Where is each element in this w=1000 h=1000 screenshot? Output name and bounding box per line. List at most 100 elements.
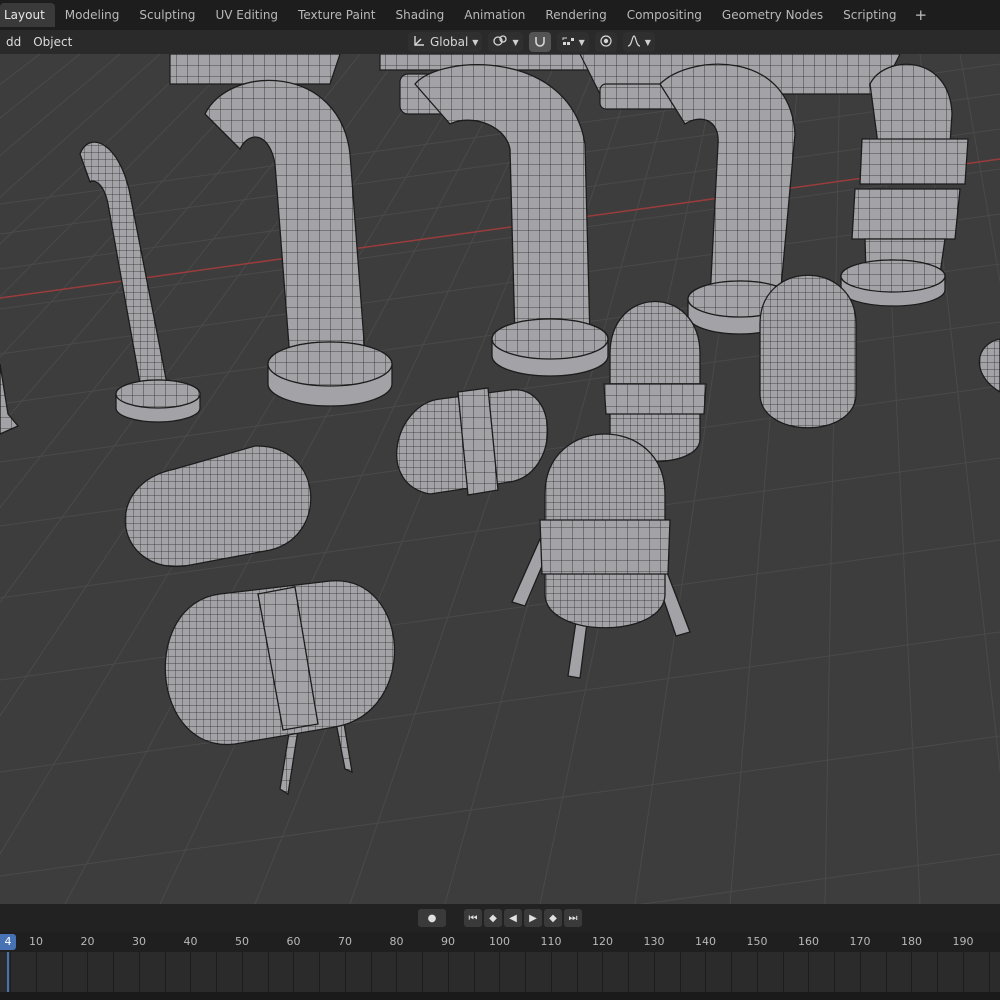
track-gridline bbox=[344, 952, 346, 992]
add-workspace-button[interactable]: + bbox=[907, 6, 936, 24]
frame-label: 190 bbox=[952, 935, 974, 948]
frame-ruler[interactable]: 4 10 20 30 40 50 60 70 80 90 100 110 120 130 140 150 16… bbox=[0, 932, 1000, 952]
track-gridline bbox=[679, 952, 681, 992]
workspace-tab-scripting[interactable]: Scripting bbox=[833, 3, 906, 27]
frame-label: 150 bbox=[746, 935, 768, 948]
viewport-header: dd Object Global ▼ ▼ ▼ ▼ bbox=[0, 30, 1000, 54]
snap-icon bbox=[533, 34, 547, 51]
current-frame-indicator[interactable]: 4 bbox=[0, 934, 16, 950]
snap-target-dropdown[interactable]: ▼ bbox=[556, 32, 589, 52]
track-gridline bbox=[267, 952, 269, 992]
workspace-tab-rendering[interactable]: Rendering bbox=[535, 3, 616, 27]
frame-label: 100 bbox=[489, 935, 510, 948]
track-gridline bbox=[525, 952, 526, 992]
frame-label: 90 bbox=[441, 935, 455, 948]
frame-label: 140 bbox=[695, 935, 716, 948]
track-gridline bbox=[241, 952, 243, 992]
frame-label: 160 bbox=[798, 935, 819, 948]
chevron-down-icon: ▼ bbox=[512, 37, 519, 47]
chevron-down-icon: ▼ bbox=[578, 37, 585, 47]
play-reverse-icon: ◀ bbox=[509, 912, 517, 924]
track-gridline bbox=[859, 952, 861, 992]
workspace-tab-layout[interactable]: Layout bbox=[0, 3, 55, 27]
snap-increment-icon bbox=[561, 34, 575, 51]
workspace-tab-compositing[interactable]: Compositing bbox=[617, 3, 712, 27]
track-gridline bbox=[10, 952, 11, 992]
proportional-editing-toggle[interactable] bbox=[594, 32, 617, 52]
workspace-tab-modeling[interactable]: Modeling bbox=[55, 3, 130, 27]
frame-label: 50 bbox=[235, 935, 249, 948]
next-keyframe-button[interactable]: ◆ bbox=[544, 909, 562, 927]
frame-label: 170 bbox=[849, 935, 871, 948]
workspace-tab-uv-editing[interactable]: UV Editing bbox=[205, 3, 288, 27]
proportional-editing-icon bbox=[599, 34, 613, 51]
track-gridline bbox=[911, 952, 913, 992]
track-gridline bbox=[35, 952, 37, 992]
track-gridline bbox=[370, 952, 372, 992]
workspace-tab-animation[interactable]: Animation bbox=[454, 3, 535, 27]
play-icon: ▶ bbox=[529, 912, 537, 924]
track-gridline bbox=[190, 952, 192, 992]
transform-orientation-dropdown[interactable]: Global ▼ bbox=[408, 32, 483, 52]
playback-controls: ● ⏮ ◆ ◀ ▶ ◆ ⏭ bbox=[0, 904, 1000, 932]
frame-label: 110 bbox=[540, 935, 562, 948]
frame-label: 80 bbox=[389, 935, 404, 948]
keyframe-next-icon: ◆ bbox=[549, 912, 557, 924]
frame-label: 180 bbox=[901, 935, 922, 948]
track-gridline bbox=[216, 952, 217, 992]
track-gridline bbox=[293, 952, 295, 992]
frame-label: 40 bbox=[183, 935, 198, 948]
track-gridline bbox=[988, 952, 990, 992]
track-gridline bbox=[422, 952, 423, 992]
play-reverse-button[interactable]: ◀ bbox=[504, 909, 522, 927]
viewport-canvas[interactable] bbox=[0, 54, 1000, 904]
track-gridline bbox=[808, 952, 810, 992]
track-gridline bbox=[628, 952, 629, 992]
track-gridline bbox=[499, 952, 501, 992]
frame-label: 30 bbox=[132, 935, 146, 948]
capsule-standing-2 bbox=[759, 274, 857, 429]
falloff-dropdown[interactable]: ▼ bbox=[622, 32, 655, 52]
3d-viewport[interactable] bbox=[0, 54, 1000, 904]
track-gridline bbox=[962, 952, 964, 992]
record-icon: ● bbox=[427, 912, 437, 924]
header-tools: Global ▼ ▼ ▼ ▼ bbox=[408, 32, 655, 52]
workspace-tab-sculpting[interactable]: Sculpting bbox=[129, 3, 205, 27]
pivot-point-icon bbox=[492, 34, 508, 51]
transform-orientation-icon bbox=[412, 34, 426, 51]
track-gridline bbox=[319, 952, 320, 992]
menu-add[interactable]: dd bbox=[0, 35, 27, 49]
track-gridline bbox=[731, 952, 732, 992]
track-gridline bbox=[653, 952, 655, 992]
menu-object[interactable]: Object bbox=[27, 35, 78, 49]
jump-to-keyframe-button[interactable]: ◆ bbox=[484, 909, 502, 927]
track-gridline bbox=[138, 952, 140, 992]
workspace-tab-texture-paint[interactable]: Texture Paint bbox=[288, 3, 385, 27]
track-gridline bbox=[756, 952, 758, 992]
frame-label: 120 bbox=[592, 935, 613, 948]
pivot-point-dropdown[interactable]: ▼ bbox=[488, 32, 523, 52]
track-gridline bbox=[576, 952, 578, 992]
snap-toggle[interactable] bbox=[528, 32, 551, 52]
jump-to-end-button[interactable]: ⏭ bbox=[564, 909, 582, 927]
frame-label: 60 bbox=[286, 935, 301, 948]
track-gridline bbox=[705, 952, 707, 992]
frame-label: 130 bbox=[643, 935, 665, 948]
transform-orientation-label: Global bbox=[430, 35, 469, 49]
track-gridline bbox=[473, 952, 475, 992]
timeline-scrollbar[interactable] bbox=[0, 992, 1000, 1000]
frame-label: 70 bbox=[338, 935, 352, 948]
jump-to-start-button[interactable]: ⏮ bbox=[464, 909, 482, 927]
auto-keying-toggle[interactable]: ● bbox=[418, 909, 446, 927]
track-gridline bbox=[113, 952, 114, 992]
track-gridline bbox=[550, 952, 552, 992]
timeline-track[interactable] bbox=[0, 952, 1000, 992]
track-gridline bbox=[834, 952, 835, 992]
workspace-tab-shading[interactable]: Shading bbox=[385, 3, 454, 27]
workspace-tab-geometry-nodes[interactable]: Geometry Nodes bbox=[712, 3, 833, 27]
falloff-curve-icon bbox=[627, 34, 641, 51]
frame-label: 10 bbox=[29, 935, 43, 948]
play-button[interactable]: ▶ bbox=[524, 909, 542, 927]
track-gridline bbox=[87, 952, 89, 992]
track-gridline bbox=[396, 952, 398, 992]
